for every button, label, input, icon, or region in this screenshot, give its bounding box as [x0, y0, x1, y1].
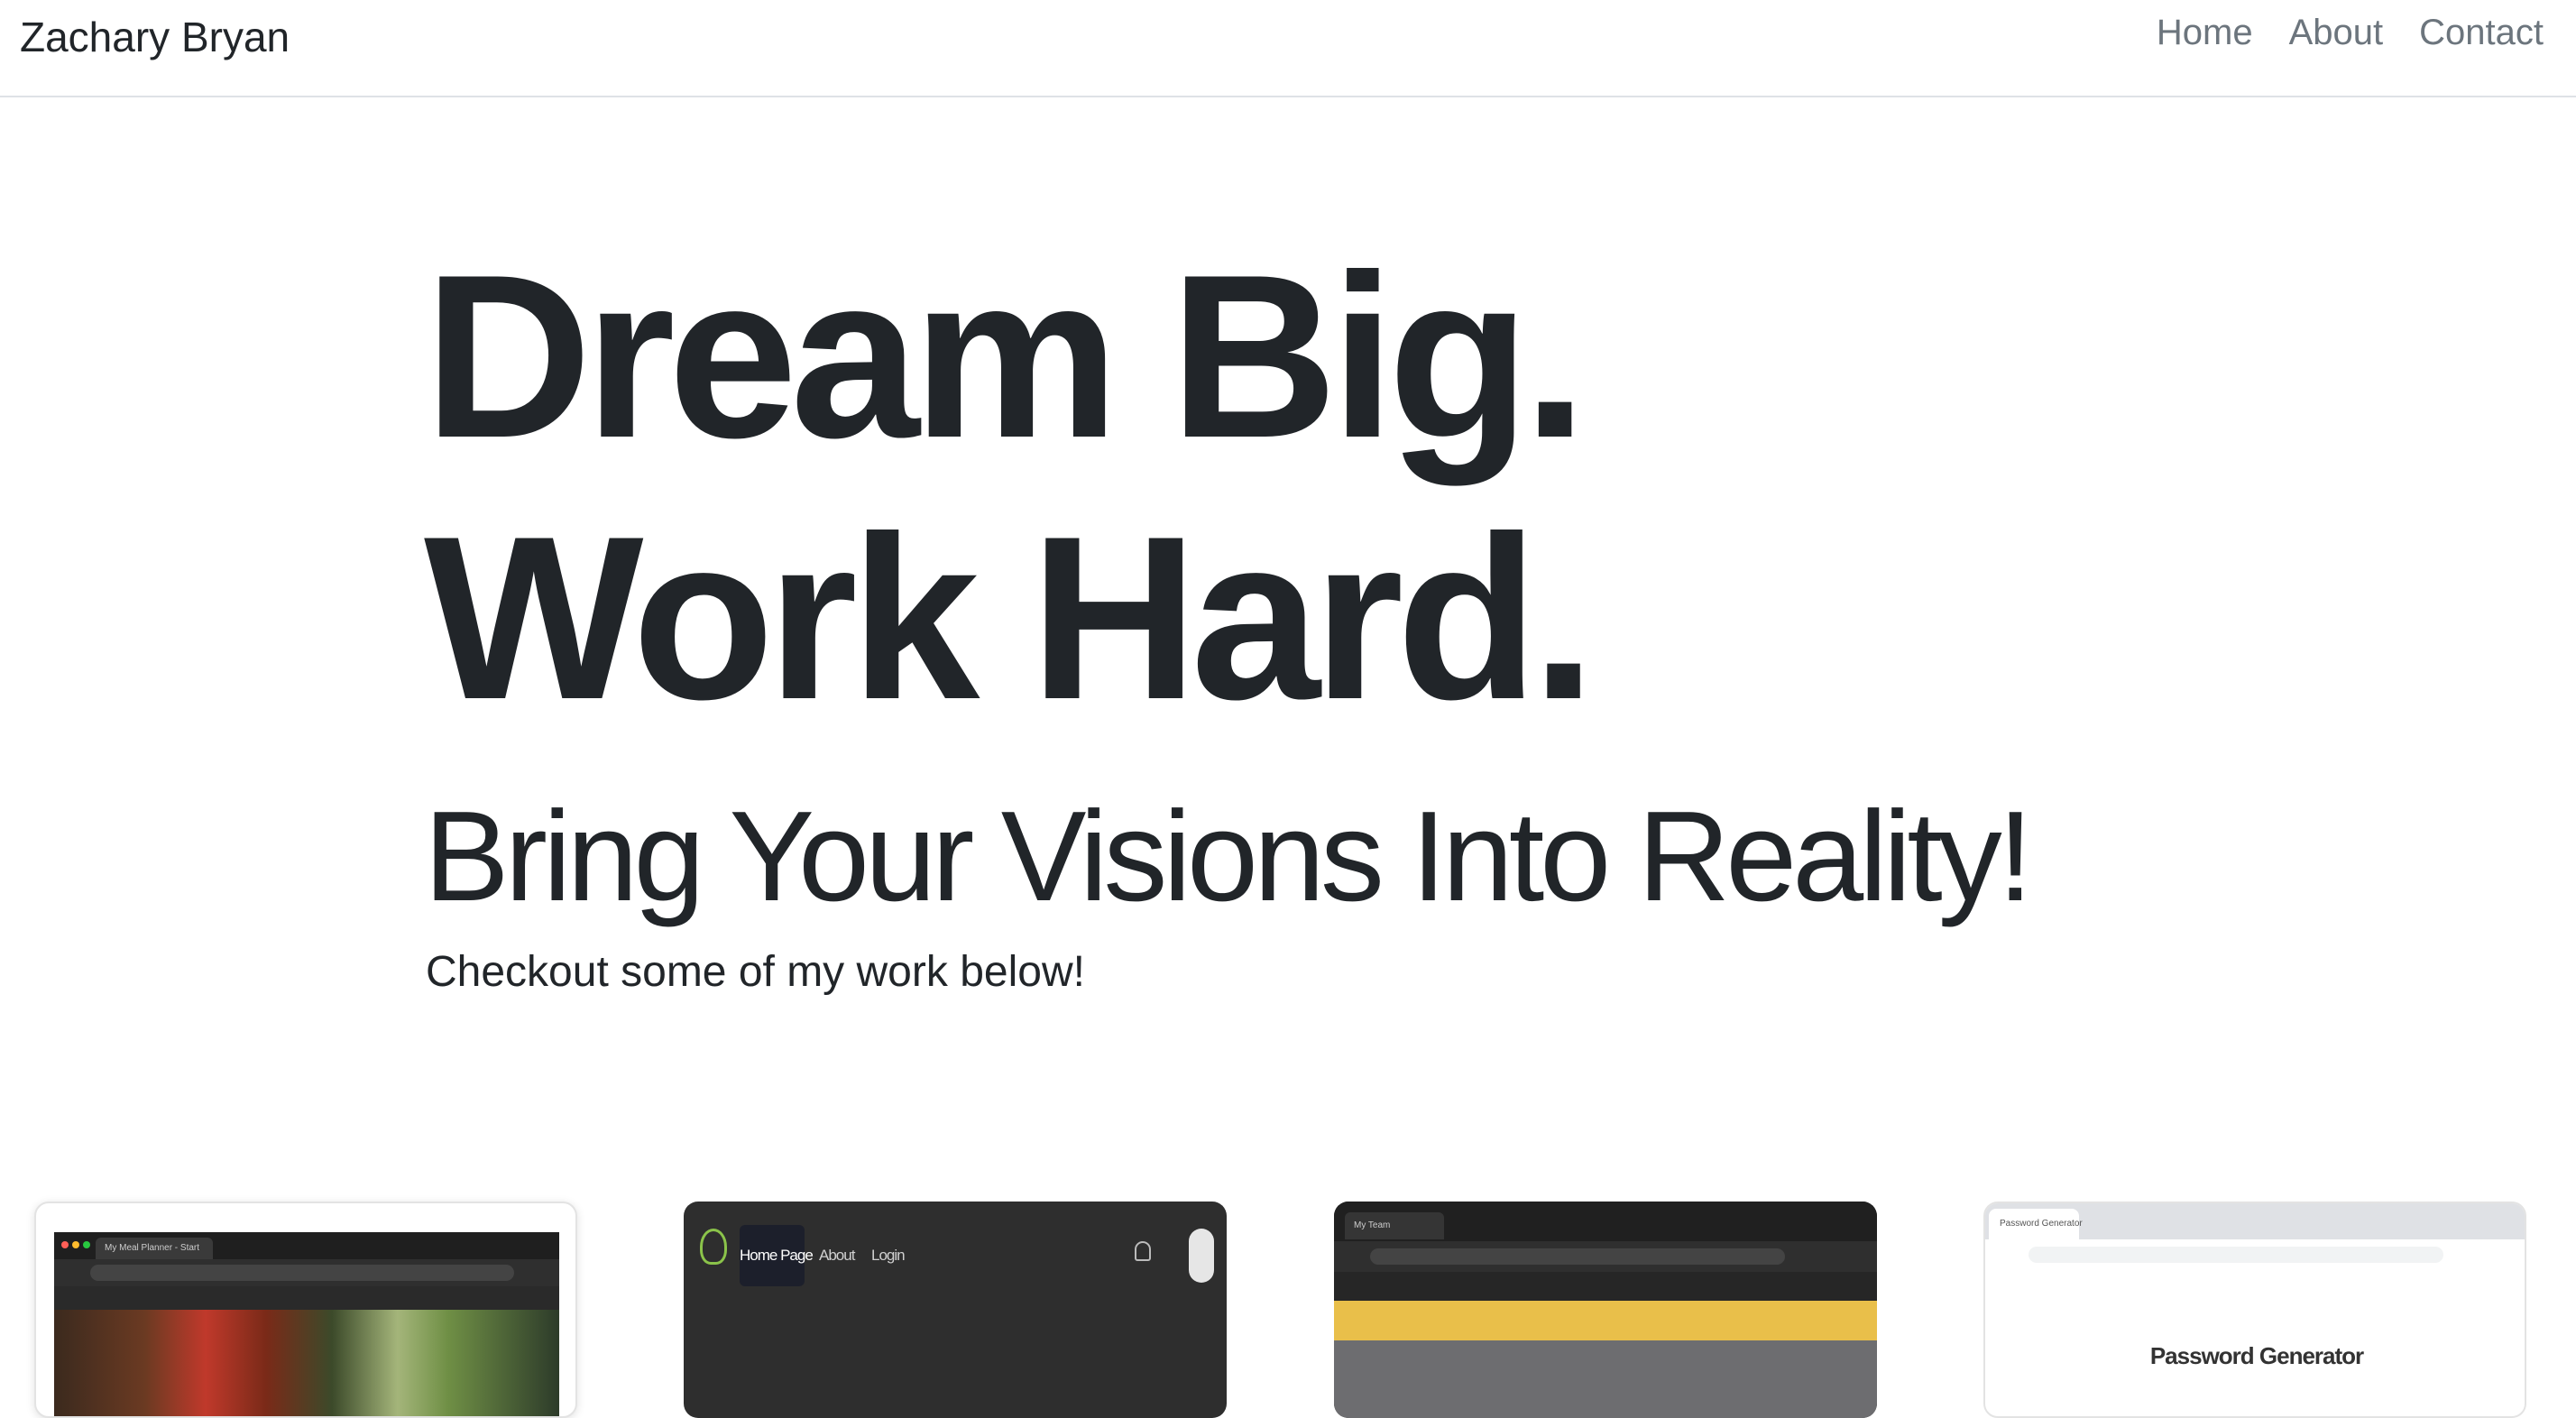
address-bar — [1370, 1248, 1785, 1265]
project-thumbnail: My Meal Planner - Start — [54, 1232, 559, 1416]
leaf-logo-icon — [700, 1229, 727, 1265]
avatar — [1189, 1229, 1214, 1283]
projects-grid: My Meal Planner - Start Home Page About … — [34, 1200, 2542, 1418]
navbar: Zachary Bryan Home About Contact — [0, 0, 2576, 97]
nav-link-home[interactable]: Home — [2157, 13, 2253, 53]
thumb-nav-login: Login — [871, 1247, 906, 1264]
hero-subtitle: Bring Your Visions Into Reality! — [424, 785, 2033, 928]
nav-link-about[interactable]: About — [2289, 13, 2384, 53]
browser-tab: My Meal Planner - Start — [96, 1238, 213, 1259]
yellow-header — [1334, 1301, 1877, 1340]
hero-section: Dream Big. Work Hard. Bring Your Visions… — [424, 226, 2138, 999]
hero-lead: Checkout some of my work below! — [426, 948, 1085, 996]
nav-link-contact[interactable]: Contact — [2419, 13, 2544, 53]
bookmarks-bar — [1985, 1270, 2525, 1295]
window-minimize-dot — [72, 1241, 79, 1248]
window-zoom-dot — [83, 1241, 90, 1248]
brand-link[interactable]: Zachary Bryan — [20, 13, 290, 61]
page-body — [1334, 1340, 1877, 1418]
project-card-meal-planner[interactable]: My Meal Planner - Start — [34, 1202, 577, 1418]
bookmarks-bar — [54, 1286, 559, 1310]
thumb-nav-about: About — [819, 1247, 855, 1264]
nav-links: Home About Contact — [2157, 13, 2544, 53]
browser-tab: My Team — [1345, 1212, 1444, 1239]
address-bar — [2029, 1247, 2443, 1263]
thumb-page-title: Password Generator — [2149, 1342, 2364, 1369]
address-bar — [90, 1265, 514, 1281]
project-card-team-page[interactable]: My Team — [1334, 1202, 1877, 1418]
thumb-nav-home: Home Page — [740, 1225, 814, 1286]
food-photo — [54, 1310, 559, 1416]
project-card-dark-app[interactable]: Home Page About Login — [684, 1202, 1227, 1418]
hero-title: Dream Big. Work Hard. — [424, 226, 1596, 748]
bookmarks-bar — [1334, 1272, 1877, 1301]
browser-tab: Password Generator — [1989, 1209, 2083, 1239]
window-close-dot — [61, 1241, 69, 1248]
bell-icon — [1135, 1241, 1151, 1261]
project-card-password-generator[interactable]: Password Generator Password Generator — [1983, 1202, 2526, 1418]
